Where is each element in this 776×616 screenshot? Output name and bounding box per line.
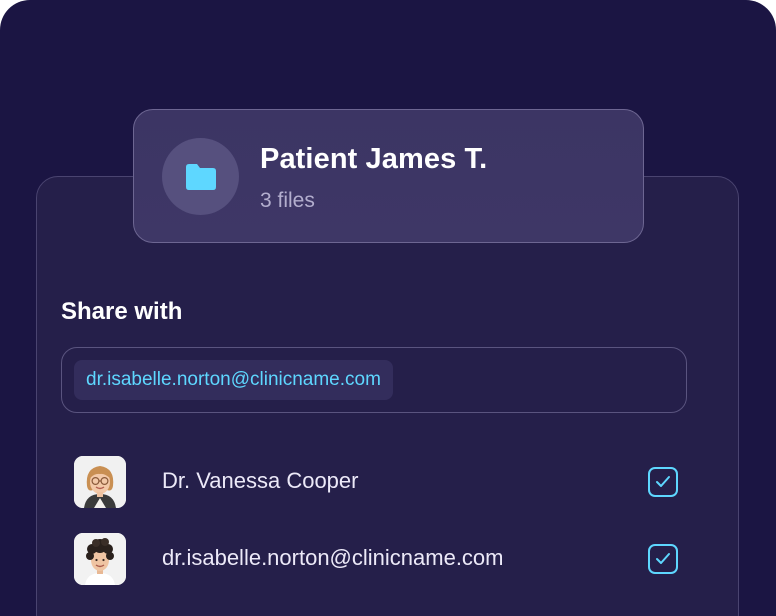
recipient-name: Dr. Vanessa Cooper: [162, 468, 359, 493]
folder-icon-badge: [162, 138, 239, 215]
file-card[interactable]: Patient James T. 3 files: [133, 109, 644, 243]
checkmark-icon: [656, 476, 670, 487]
recipient-name: dr.isabelle.norton@clinicname.com: [162, 545, 504, 570]
recipient-checkbox[interactable]: [648, 467, 678, 497]
avatar: [74, 533, 126, 585]
file-count: 3 files: [260, 189, 315, 212]
share-email-input[interactable]: dr.isabelle.norton@clinicname.com: [61, 347, 687, 413]
avatar: [74, 456, 126, 508]
file-title: Patient James T.: [260, 143, 488, 175]
email-chip[interactable]: dr.isabelle.norton@clinicname.com: [74, 360, 393, 400]
share-with-label: Share with: [61, 298, 183, 325]
checkmark-icon: [656, 553, 670, 564]
folder-icon: [185, 163, 216, 190]
recipient-row[interactable]: Dr. Vanessa Cooper: [74, 456, 680, 508]
recipient-checkbox[interactable]: [648, 544, 678, 574]
app-frame: Patient James T. 3 files Share with dr.i…: [0, 0, 776, 616]
recipient-row[interactable]: dr.isabelle.norton@clinicname.com: [74, 533, 680, 585]
